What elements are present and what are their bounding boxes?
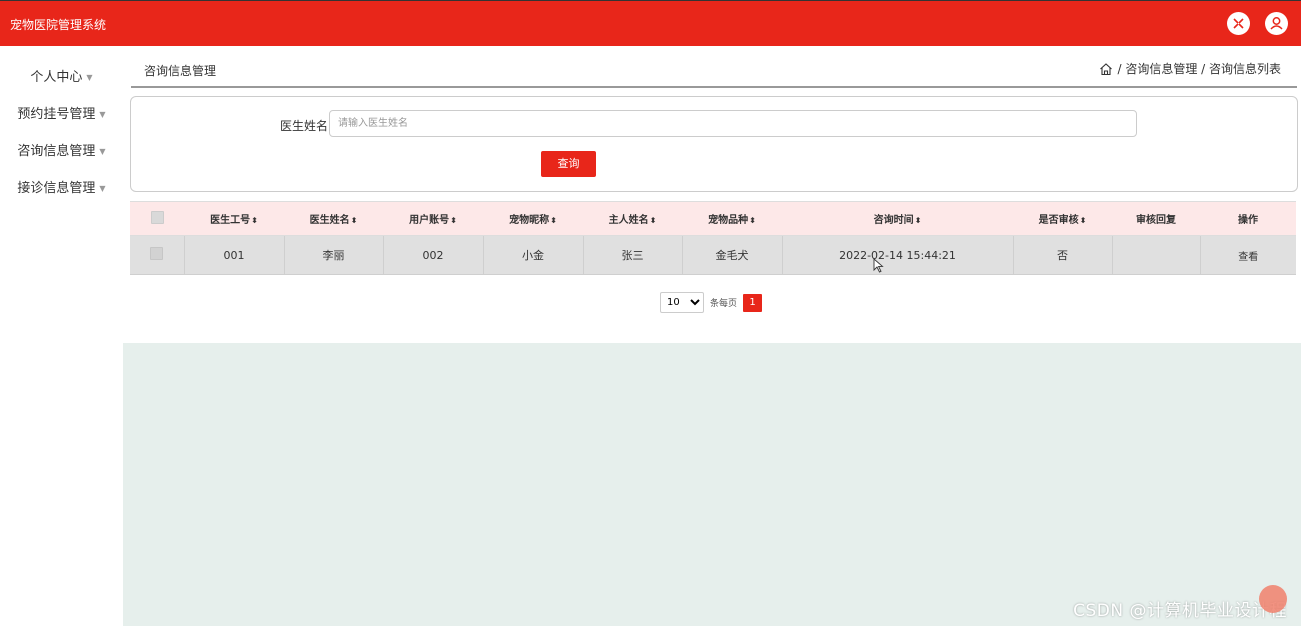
cell-pet-breed: 金毛犬: [681, 235, 782, 275]
sidebar-item-label: 个人中心: [30, 70, 83, 85]
breadcrumb-bar: 咨询信息管理 / 咨询信息管理 / 咨询信息列表: [131, 54, 1297, 88]
home-icon[interactable]: [1099, 62, 1113, 76]
sidebar-item-reception[interactable]: 接诊信息管理 ▼: [0, 177, 123, 196]
row-checkbox[interactable]: [130, 235, 184, 275]
data-table: 医生工号⬍ 医生姓名⬍ 用户账号⬍ 宠物昵称⬍ 主人姓名⬍ 宠物品种⬍ 咨询时间…: [130, 201, 1296, 275]
watermark: CSDN @计算机毕业设计程: [1073, 601, 1287, 621]
breadcrumb: / 咨询信息管理 / 咨询信息列表: [1099, 60, 1281, 77]
sort-icon[interactable]: ⬍: [1080, 216, 1087, 225]
sidebar: 个人中心 ▼ 预约挂号管理 ▼ 咨询信息管理 ▼ 接诊信息管理 ▼: [0, 46, 123, 626]
app-title: 宠物医院管理系统: [10, 18, 107, 32]
cell-owner-name: 张三: [582, 235, 682, 275]
mouse-cursor-icon: [873, 258, 884, 277]
sort-icon[interactable]: ⬍: [550, 216, 557, 225]
per-page-label: 条每页: [710, 299, 738, 309]
sort-icon[interactable]: ⬍: [749, 216, 756, 225]
chevron-down-icon: ▼: [99, 110, 106, 119]
column-header-owner-name[interactable]: 主人姓名⬍: [583, 201, 682, 236]
column-header-doctor-name[interactable]: 医生姓名⬍: [284, 201, 383, 236]
chevron-down-icon: ▼: [86, 73, 93, 82]
cell-reply: [1111, 235, 1200, 275]
sort-icon[interactable]: ⬍: [915, 216, 922, 225]
search-input[interactable]: [329, 110, 1137, 137]
sort-icon[interactable]: ⬍: [251, 216, 258, 225]
column-header-pet-name[interactable]: 宠物昵称⬍: [483, 201, 583, 236]
pagination: 10 条每页 1: [660, 292, 763, 313]
chevron-down-icon: ▼: [99, 184, 106, 193]
user-icon[interactable]: [1265, 12, 1288, 35]
column-header-pet-breed[interactable]: 宠物品种⬍: [682, 201, 782, 236]
breadcrumb-path[interactable]: / 咨询信息管理 / 咨询信息列表: [1117, 60, 1281, 77]
sort-icon[interactable]: ⬍: [450, 216, 457, 225]
cell-user-account: 002: [382, 235, 483, 275]
search-panel: 医生姓名 查询: [130, 96, 1298, 192]
view-button[interactable]: 查看: [1199, 235, 1296, 275]
content-background: [123, 343, 1301, 626]
column-header-consult-time[interactable]: 咨询时间⬍: [782, 201, 1013, 236]
search-label: 医生姓名: [280, 119, 329, 133]
sidebar-item-appointment[interactable]: 预约挂号管理 ▼: [0, 103, 123, 122]
sort-icon[interactable]: ⬍: [650, 216, 657, 225]
cell-consult-time: 2022-02-14 15:44:21: [781, 235, 1013, 275]
page-size-select[interactable]: 10: [660, 292, 704, 313]
expand-icon[interactable]: [1227, 12, 1250, 35]
sidebar-item-personal-center[interactable]: 个人中心 ▼: [0, 66, 123, 85]
cell-doctor-name: 李丽: [283, 235, 383, 275]
cell-doctor-id: 001: [183, 235, 284, 275]
cell-pet-name: 小金: [482, 235, 583, 275]
column-header-user-account[interactable]: 用户账号⬍: [383, 201, 483, 236]
query-button[interactable]: 查询: [541, 151, 596, 177]
sidebar-item-label: 预约挂号管理: [17, 107, 96, 122]
table-header-row: 医生工号⬍ 医生姓名⬍ 用户账号⬍ 宠物昵称⬍ 主人姓名⬍ 宠物品种⬍ 咨询时间…: [130, 201, 1296, 236]
sidebar-item-consultation[interactable]: 咨询信息管理 ▼: [0, 140, 123, 159]
chevron-down-icon: ▼: [99, 147, 106, 156]
sidebar-item-label: 咨询信息管理: [17, 144, 96, 159]
cell-reviewed: 否: [1012, 235, 1112, 275]
column-header-action: 操作: [1200, 201, 1296, 236]
column-header-reviewed[interactable]: 是否审核⬍: [1013, 201, 1112, 236]
table-row: 001 李丽 002 小金 张三 金毛犬 2022-02-14 15:44:21…: [130, 235, 1296, 275]
page-number-button[interactable]: 1: [743, 293, 763, 312]
page-title: 咨询信息管理: [144, 64, 217, 78]
column-header-reply: 审核回复: [1112, 201, 1200, 236]
sidebar-item-label: 接诊信息管理: [17, 181, 96, 196]
floating-action-icon[interactable]: [1259, 585, 1287, 613]
select-all-checkbox[interactable]: [130, 201, 184, 236]
sort-icon[interactable]: ⬍: [351, 216, 358, 225]
top-header-bar: 宠物医院管理系统: [0, 0, 1301, 46]
column-header-doctor-id[interactable]: 医生工号⬍: [184, 201, 284, 236]
